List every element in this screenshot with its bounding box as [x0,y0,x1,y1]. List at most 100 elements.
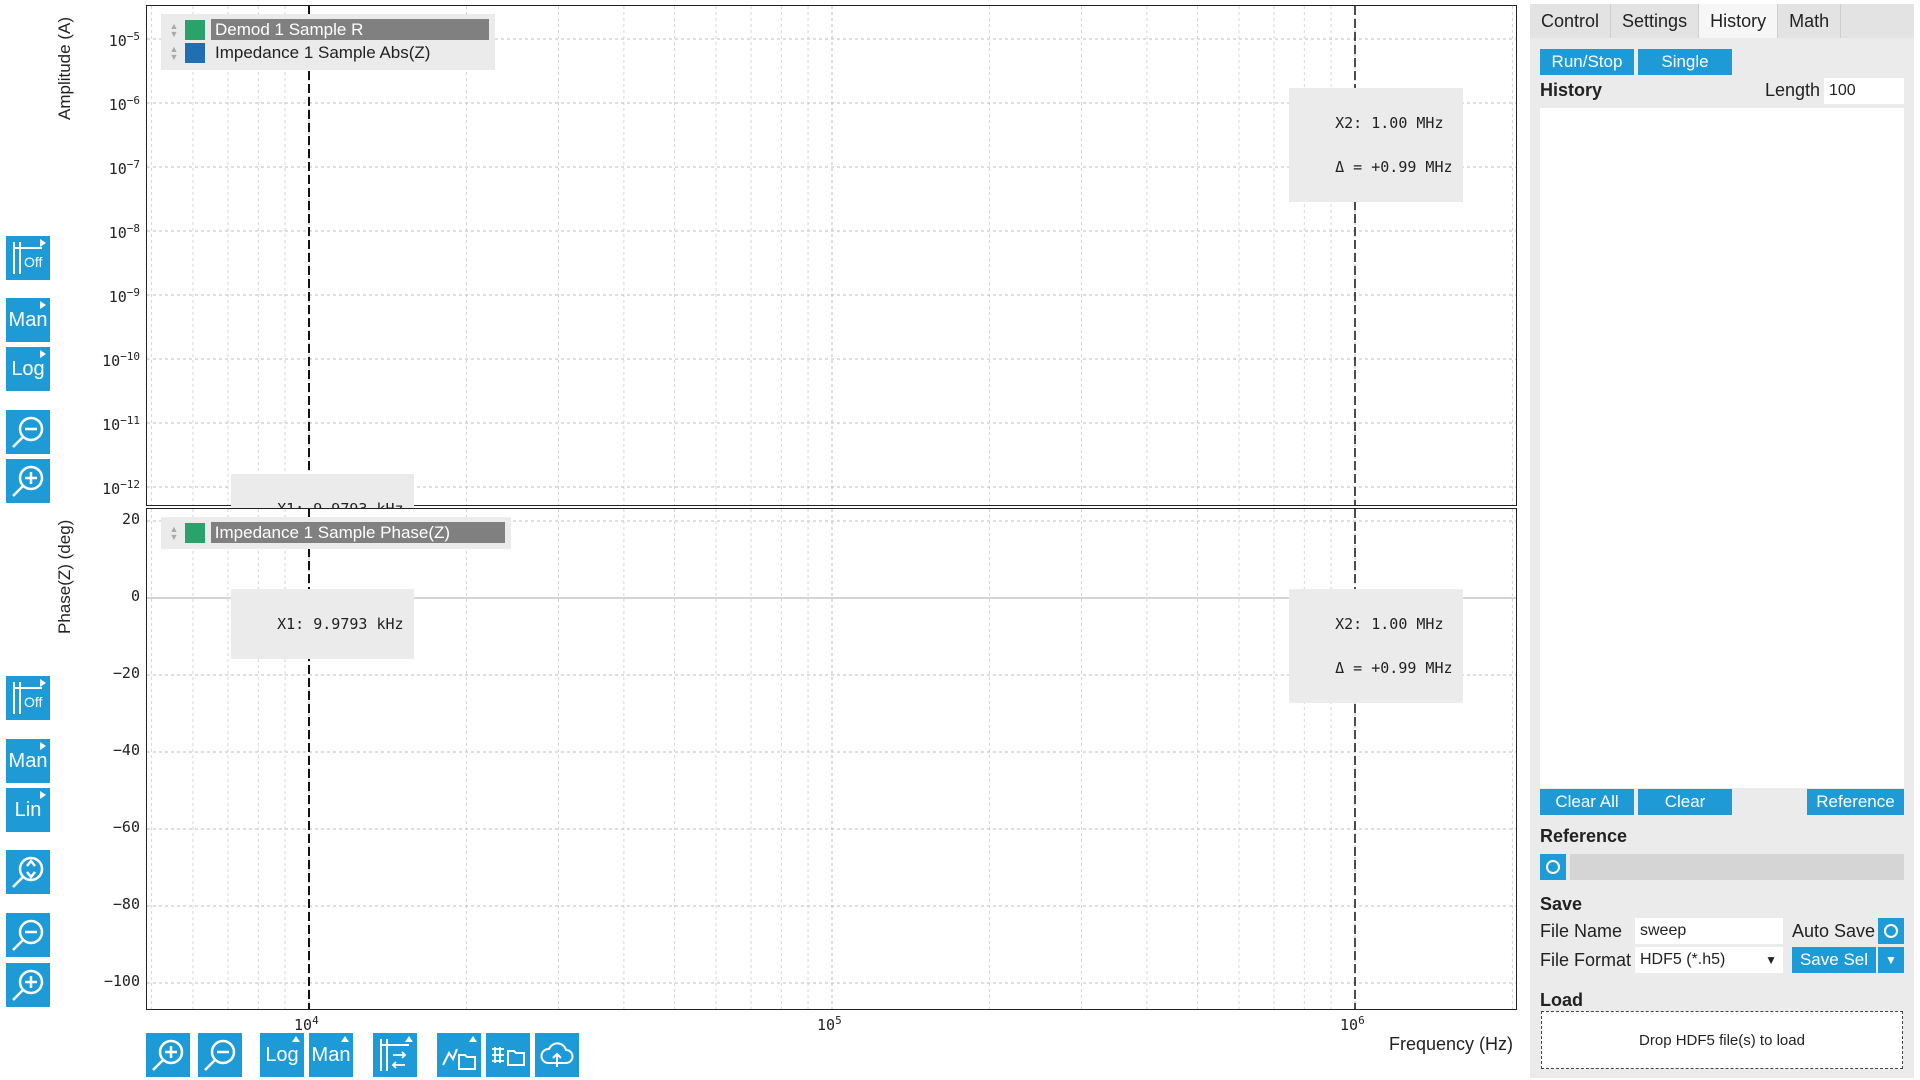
range-mode-label: Man [8,749,48,772]
cloud-upload-icon [540,1042,574,1067]
range-mode-button-top[interactable]: Man [6,298,50,342]
x-scale-mode-label: Log [265,1043,299,1066]
file-format-select[interactable]: HDF5 (*.h5) ▼ [1635,947,1783,973]
file-name-input[interactable]: sweep [1635,918,1783,944]
zoom-out-button-bottom[interactable] [6,913,50,957]
tab-control[interactable]: Control [1530,4,1612,38]
history-list[interactable] [1540,108,1904,788]
x-scale-mode-button[interactable]: Log [260,1033,304,1077]
tab-history[interactable]: History [1699,4,1779,38]
y-tick-label: 10−7 [108,158,140,178]
zoom-in-icon [12,969,44,1001]
run-stop-button[interactable]: Run/Stop [1540,49,1634,75]
auto-save-toggle[interactable] [1878,918,1904,944]
x-cursor-button[interactable] [373,1033,417,1077]
x-range-mode-button[interactable]: Man [309,1033,353,1077]
x-zoom-in-button[interactable] [146,1033,190,1077]
save-title: Save [1540,894,1583,914]
tab-settings[interactable]: Settings [1611,4,1700,38]
legend-item-demod-r[interactable]: ▲ ▼ Demod 1 Sample R [167,18,489,41]
range-mode-button-bottom[interactable]: Man [6,739,50,783]
clear-all-button[interactable]: Clear All [1540,789,1634,815]
amplitude-plot-grid [147,6,1516,505]
cursor-toggle-button-top[interactable]: Off [6,236,50,280]
zoom-in-button-top[interactable] [6,459,50,503]
y-tick-label: −100 [103,972,140,990]
cursor-x2-label: X2: 1.00 MHz Δ = +0.99 MHz [1289,88,1463,202]
cursor-state-label: Off [24,254,43,270]
history-title: History [1540,80,1603,100]
y-tick-label: 10−10 [102,350,140,370]
cursor-x2-value: X2: 1.00 MHz [1335,114,1444,132]
save-data-button[interactable] [486,1033,530,1077]
save-figure-button[interactable] [437,1033,481,1077]
y-tick-label: 10−12 [102,478,140,498]
single-button[interactable]: Single [1638,49,1732,75]
load-title: Load [1540,990,1583,1010]
autoscale-button-bottom[interactable] [6,850,50,894]
legend-swatch-green [185,19,205,40]
cursor-x2-value: X2: 1.00 MHz [1335,615,1444,633]
phase-plot[interactable]: ▲ ▼ Impedance 1 Sample Phase(Z) X1: 9.979… [146,508,1517,1010]
autoscale-zoom-icon [12,856,44,888]
cloud-upload-button[interactable] [535,1033,579,1077]
y-tick-label: 10−6 [108,94,140,114]
plot-folder-icon [442,1048,476,1070]
zoom-out-icon [12,416,44,448]
amplitude-plot[interactable]: ▲ ▼ Demod 1 Sample R ▲ ▼ Impedance 1 Sampl… [146,5,1517,544]
y-tick-label: 0 [130,587,140,605]
y-tick-label: 10−11 [102,414,140,434]
file-format-label: File Format [1540,950,1632,970]
clear-button[interactable]: Clear [1638,789,1732,815]
cursor-swap-icon [380,1039,409,1071]
drop-zone[interactable]: Drop HDF5 file(s) to load [1541,1011,1903,1069]
reorder-arrows-icon: ▲ ▼ [169,20,179,39]
cursor-toggle-button-bottom[interactable]: Off [6,676,50,720]
scale-mode-button-bottom[interactable]: Lin [6,788,50,832]
file-name-label: File Name [1540,921,1623,941]
zoom-out-icon [12,919,44,951]
phase-plot-grid [147,509,1516,1009]
reference-toggle[interactable] [1540,854,1566,880]
phase-legend[interactable]: ▲ ▼ Impedance 1 Sample Phase(Z) [161,517,511,549]
x-axis-title: Frequency (Hz) [1389,1034,1514,1054]
chevron-down-icon: ▼ [1765,953,1777,967]
legend-label: Demod 1 Sample R [211,19,489,40]
zoom-in-button-bottom[interactable] [6,963,50,1007]
circle-toggle-icon [1884,924,1898,938]
scale-mode-label: Lin [14,798,42,821]
legend-item-impedance-phase[interactable]: ▲ ▼ Impedance 1 Sample Phase(Z) [167,521,505,544]
zoom-out-button-top[interactable] [6,410,50,454]
y-tick-label: −60 [112,818,140,836]
reference-field[interactable] [1570,854,1904,880]
reorder-arrows-icon: ▲ ▼ [169,523,179,542]
amplitude-legend[interactable]: ▲ ▼ Demod 1 Sample R ▲ ▼ Impedance 1 Sampl… [161,14,495,70]
panel-tabs: Control Settings History Math [1530,4,1914,38]
reference-button[interactable]: Reference [1807,789,1904,815]
save-sel-button[interactable]: Save Sel [1792,947,1876,973]
y-tick-label: −40 [112,741,140,759]
drop-zone-text: Drop HDF5 file(s) to load [1639,1031,1805,1049]
x-zoom-out-button[interactable] [198,1033,242,1077]
file-format-value: HDF5 (*.h5) [1640,951,1726,968]
y-tick-label: −80 [112,895,140,913]
scale-mode-button-top[interactable]: Log [6,347,50,391]
cursor-x2-label: X2: 1.00 MHz Δ = +0.99 MHz [1289,589,1463,703]
x-range-mode-label: Man [311,1043,351,1066]
length-input[interactable]: 100 [1824,78,1904,104]
save-options-dropdown[interactable]: ▼ [1878,947,1904,973]
zoom-in-icon [152,1039,184,1071]
legend-item-impedance-abs[interactable]: ▲ ▼ Impedance 1 Sample Abs(Z) [167,41,489,64]
cursor-delta-value: Δ = +0.99 MHz [1335,158,1453,176]
cursor-state-label: Off [24,694,43,710]
x-tick-label: 106 [1340,1014,1365,1034]
y-tick-label: 20 [121,510,140,528]
right-panel: Control Settings History Math Run/Stop S… [1530,4,1914,1078]
zoom-out-icon [204,1039,236,1071]
top-y-axis-title: Amplitude (A) [55,17,74,120]
cursor-x1-label: X1: 9.9793 kHz [231,589,414,659]
tab-math[interactable]: Math [1778,4,1842,38]
chevron-down-icon: ▼ [1885,953,1897,967]
auto-save-label: Auto Save [1792,921,1876,941]
circle-toggle-icon [1546,860,1560,874]
